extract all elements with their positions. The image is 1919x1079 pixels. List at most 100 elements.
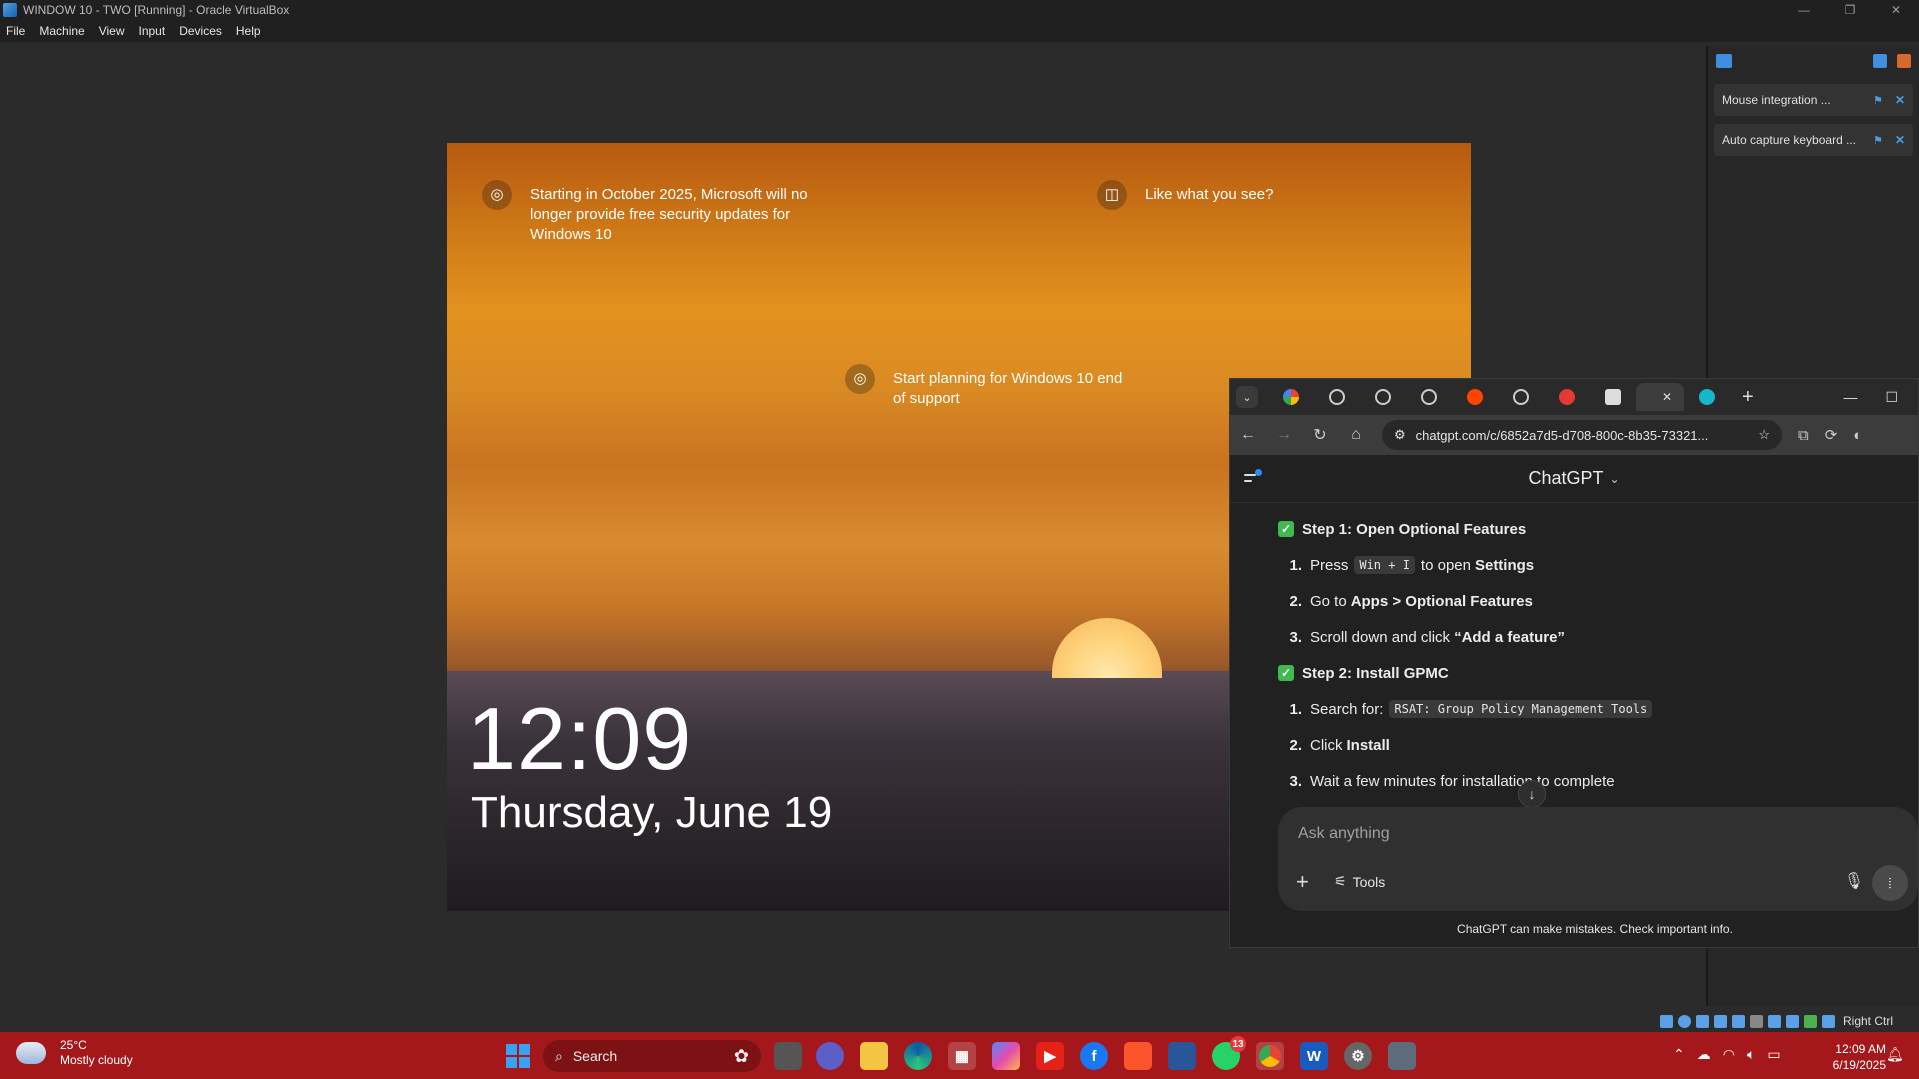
menu-view[interactable]: View <box>99 24 125 38</box>
file-explorer-icon[interactable] <box>860 1042 888 1070</box>
menu-input[interactable]: Input <box>139 24 166 38</box>
step-heading-text: Step 1: Open Optional Features <box>1302 520 1527 538</box>
keyboard-capture-icon[interactable] <box>1822 1014 1835 1028</box>
chevron-up-icon[interactable]: ⌃ <box>1673 1046 1685 1063</box>
forward-icon[interactable]: → <box>1274 426 1294 444</box>
teams-icon[interactable] <box>816 1042 844 1070</box>
network-icon[interactable] <box>1714 1014 1727 1028</box>
shared-folders-icon[interactable] <box>1750 1014 1763 1028</box>
tab-google[interactable] <box>1268 383 1314 411</box>
bookmark-star-icon[interactable]: ☆ <box>1758 427 1770 443</box>
wifi-icon[interactable]: ◠ <box>1723 1046 1735 1063</box>
settings-icon[interactable]: ⚙ <box>1344 1042 1372 1070</box>
word-icon[interactable]: W <box>1300 1042 1328 1070</box>
sync-icon[interactable]: ⟳ <box>1825 426 1838 444</box>
voice-mode-icon[interactable]: ⦙ <box>1872 865 1908 901</box>
extensions-icon[interactable]: ⧉ <box>1798 427 1809 444</box>
address-bar[interactable]: ⚙ chatgpt.com/c/6852a7d5-d708-800c-8b35-… <box>1382 420 1782 450</box>
reload-icon[interactable]: ↻ <box>1310 425 1330 445</box>
cpu-icon[interactable] <box>1804 1014 1817 1028</box>
tab-chatgpt-3[interactable] <box>1406 383 1452 411</box>
usb-icon[interactable] <box>1732 1014 1745 1028</box>
tab-red-app[interactable] <box>1544 383 1590 411</box>
notification-mouse-integration[interactable]: Mouse integration ... ⚑ ✕ <box>1714 84 1913 116</box>
list-text: Scroll down and click <box>1310 628 1451 646</box>
microphone-icon[interactable]: 🎙︎ <box>1844 871 1864 891</box>
inline-code: RSAT: Group Policy Management Tools <box>1389 700 1653 718</box>
sort-icon[interactable] <box>1873 54 1887 68</box>
pin-icon[interactable]: ⚑ <box>1873 94 1883 107</box>
copilot-icon[interactable] <box>992 1042 1020 1070</box>
menu-help[interactable]: Help <box>236 24 261 38</box>
list-item: 2. Click Install <box>1278 734 1919 756</box>
close-icon[interactable]: ✕ <box>1895 93 1905 107</box>
edge-icon[interactable] <box>904 1042 932 1070</box>
tab-k[interactable] <box>1590 383 1636 411</box>
tab-chatgpt-active[interactable]: ✕ <box>1636 383 1684 411</box>
prompt-input[interactable]: Ask anything <box>1298 825 1390 843</box>
chrome-maximize-button[interactable]: ☐ <box>1885 389 1898 406</box>
battery-icon[interactable]: ▭ <box>1767 1046 1780 1063</box>
volume-icon[interactable]: 🔈︎ <box>1747 1046 1755 1063</box>
notification-center-icon[interactable] <box>1716 54 1732 68</box>
message-area[interactable]: ✓ Step 1: Open Optional Features 1. Pres… <box>1230 504 1919 799</box>
search-icon: ⌕ <box>555 1047 563 1064</box>
new-tab-button[interactable]: + <box>1742 386 1754 409</box>
sidebar-menu-icon[interactable] <box>1244 469 1262 487</box>
site-info-icon[interactable]: ⚙ <box>1394 427 1406 443</box>
youtube-icon[interactable]: ▶ <box>1036 1042 1064 1070</box>
menu-file[interactable]: File <box>6 24 25 38</box>
store-icon[interactable]: ▦ <box>948 1042 976 1070</box>
vs-code-icon[interactable] <box>1168 1042 1196 1070</box>
chrome-icon[interactable] <box>1256 1042 1284 1070</box>
spotlight-end-of-support[interactable]: ◎ Start planning for Windows 10 end of s… <box>845 364 1135 409</box>
onedrive-icon[interactable]: ☁ <box>1697 1046 1711 1063</box>
notification-badge: 13 <box>1230 1036 1246 1052</box>
notification-auto-capture[interactable]: Auto capture keyboard ... ⚑ ✕ <box>1714 124 1913 156</box>
weather-widget[interactable]: 25°C Mostly cloudy <box>16 1038 133 1068</box>
restore-button[interactable]: ❐ <box>1827 0 1873 20</box>
list-bold: “Add a feature” <box>1454 628 1565 646</box>
menu-devices[interactable]: Devices <box>179 24 222 38</box>
taskbar-search[interactable]: ⌕ Search ✿ <box>543 1040 761 1072</box>
close-icon[interactable]: ✕ <box>1895 133 1905 147</box>
virtualbox-app-icon[interactable] <box>1388 1042 1416 1070</box>
close-tab-icon[interactable]: ✕ <box>1662 390 1672 404</box>
tab-chatgpt-2[interactable] <box>1360 383 1406 411</box>
chrome-minimize-button[interactable]: — <box>1843 389 1857 406</box>
start-button[interactable] <box>506 1044 530 1068</box>
model-selector[interactable]: ChatGPT <box>1528 468 1603 489</box>
spotlight-like-what-you-see[interactable]: ◫ Like what you see? <box>1097 180 1273 210</box>
profile-avatar[interactable]: ◐ <box>1853 427 1862 444</box>
display-icon[interactable] <box>1768 1014 1781 1028</box>
task-view-icon[interactable] <box>774 1042 802 1070</box>
minimize-button[interactable]: — <box>1781 0 1827 20</box>
attach-plus-icon[interactable]: + <box>1296 869 1309 895</box>
menu-machine[interactable]: Machine <box>39 24 84 38</box>
home-icon[interactable]: ⌂ <box>1346 426 1366 444</box>
spotlight-text: Start planning for Windows 10 end of sup… <box>893 370 1123 407</box>
spotlight-security-notice[interactable]: ◎ Starting in October 2025, Microsoft wi… <box>482 180 812 245</box>
tab-chatgpt-4[interactable] <box>1498 383 1544 411</box>
facebook-icon[interactable]: f <box>1080 1042 1108 1070</box>
audio-icon[interactable] <box>1696 1014 1709 1028</box>
scroll-down-icon[interactable]: ↓ <box>1518 780 1546 808</box>
optical-drive-icon[interactable] <box>1678 1014 1691 1028</box>
notification-bell-icon[interactable]: 🔔︎ <box>1886 1046 1904 1063</box>
recording-icon[interactable] <box>1786 1014 1799 1028</box>
chevron-down-icon[interactable]: ⌄ <box>1609 472 1619 486</box>
tab-reddit[interactable] <box>1452 383 1498 411</box>
taskbar-clock[interactable]: 12:09 AM 6/19/2025 <box>1818 1041 1886 1073</box>
clear-all-icon[interactable] <box>1897 54 1911 68</box>
tab-chatgpt-1[interactable] <box>1314 383 1360 411</box>
tab-m[interactable] <box>1684 383 1730 411</box>
back-icon[interactable]: ← <box>1238 426 1258 444</box>
close-button[interactable]: ✕ <box>1873 0 1919 20</box>
cloud-icon <box>16 1042 46 1064</box>
brave-icon[interactable] <box>1124 1042 1152 1070</box>
pin-icon[interactable]: ⚑ <box>1873 134 1883 147</box>
tab-search-button[interactable]: ⌄ <box>1236 386 1258 408</box>
hard-disk-icon[interactable] <box>1660 1014 1673 1028</box>
tools-button[interactable]: ⚟ Tools <box>1334 873 1385 890</box>
whatsapp-icon[interactable]: 13 <box>1212 1036 1246 1070</box>
